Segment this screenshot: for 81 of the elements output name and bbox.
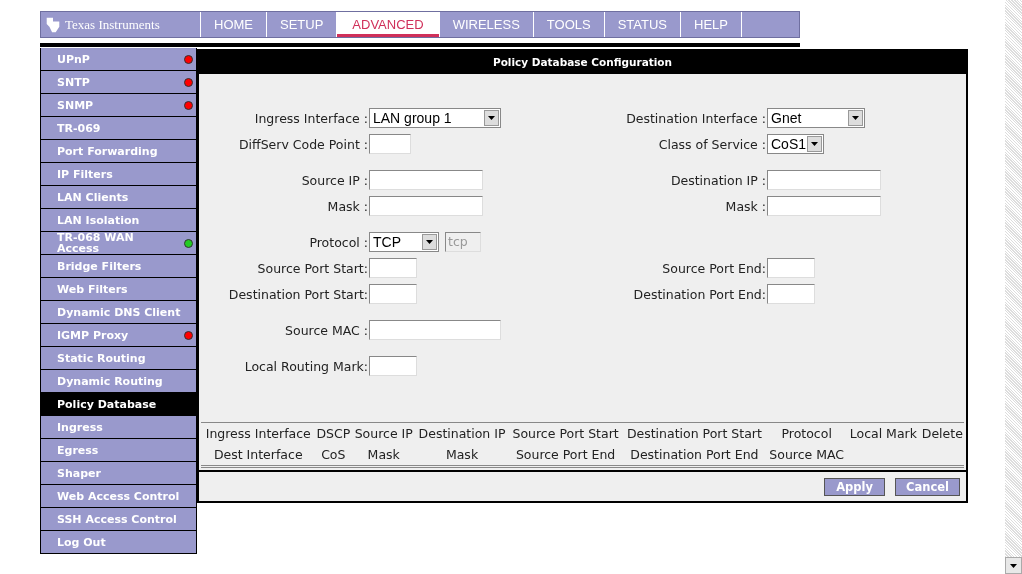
input-field[interactable] <box>369 319 501 340</box>
sidebar-item[interactable]: Dynamic DNS Client <box>41 301 196 324</box>
dropdown[interactable]: Gnet <box>767 107 865 128</box>
sidebar-item[interactable]: IGMP Proxy <box>41 324 196 347</box>
field-label: Mask : <box>725 199 766 214</box>
sidebar-item[interactable]: TR-069 <box>41 117 196 140</box>
company-logo-text: Texas Instruments <box>65 16 160 33</box>
field-label: Source Port End: <box>662 261 766 276</box>
sidebar-item[interactable]: SNMP <box>41 94 196 117</box>
input-field[interactable] <box>767 257 815 278</box>
column-header: CoS <box>321 447 346 462</box>
sidebar-item[interactable]: Shaper <box>41 462 196 485</box>
dropdown[interactable]: LAN group 1 <box>369 107 501 128</box>
scrollbar[interactable] <box>1005 0 1022 574</box>
sidebar-item[interactable]: Static Routing <box>41 347 196 370</box>
sidebar-item[interactable]: LAN Isolation <box>41 209 196 232</box>
field-label: Destination IP : <box>670 173 766 188</box>
sidebar-item[interactable]: Bridge Filters <box>41 255 196 278</box>
column-header: Ingress Interface <box>205 426 311 441</box>
panel-title: Policy Database Configuration <box>199 51 966 74</box>
dropdown[interactable]: CoS1 <box>767 133 824 154</box>
sidebar-item[interactable]: Port Forwarding <box>41 140 196 163</box>
field-label: Ingress Interface : <box>254 111 368 126</box>
sidebar-item[interactable]: Log Out <box>41 531 196 554</box>
column-header: Source Port Start <box>512 426 619 441</box>
input-field[interactable] <box>369 283 417 304</box>
dropdown[interactable]: TCP <box>369 231 439 252</box>
field-label: Destination Port Start: <box>228 287 368 302</box>
sidebar-item[interactable]: Policy Database <box>41 393 196 416</box>
field-label: Source Port Start: <box>257 261 368 276</box>
sidebar-item[interactable]: LAN Clients <box>41 186 196 209</box>
field-label: Destination Interface : <box>626 111 766 126</box>
sidebar-item[interactable]: TR-068 WAN Access <box>41 232 196 255</box>
column-header: DSCP <box>316 426 351 441</box>
nav-tab[interactable]: HOME <box>201 12 267 37</box>
input-field[interactable] <box>369 169 483 190</box>
column-header: Mask <box>445 447 479 462</box>
apply-button[interactable]: Apply <box>824 477 886 496</box>
state-logo-icon <box>44 15 62 34</box>
input-field[interactable] <box>767 195 881 216</box>
column-header: Source MAC <box>769 447 845 462</box>
field-label: Class of Service : <box>658 137 766 152</box>
column-header: Source IP <box>354 426 413 441</box>
nav-tab[interactable]: WIRELESS <box>439 12 534 37</box>
nav-tab[interactable]: TOOLS <box>533 12 605 37</box>
field-label: Mask : <box>327 199 368 214</box>
column-header: Local Mark <box>849 426 917 441</box>
input-field[interactable] <box>369 355 417 376</box>
sidebar-item[interactable]: UPnP <box>41 48 196 71</box>
column-header: Source Port End <box>515 447 616 462</box>
sidebar-item[interactable]: Dynamic Routing <box>41 370 196 393</box>
sidebar-item[interactable]: IP Filters <box>41 163 196 186</box>
field-label: Local Routing Mark: <box>244 359 368 374</box>
field-label: Source IP : <box>301 173 368 188</box>
sidebar-item[interactable]: SSH Access Control <box>41 508 196 531</box>
sidebar-item[interactable]: Web Access Control <box>41 485 196 508</box>
field-label: DiffServ Code Point : <box>238 137 368 152</box>
nav-tab[interactable]: HELP <box>681 12 742 37</box>
column-header: Destination Port End <box>630 447 759 462</box>
column-header: Protocol <box>781 426 832 441</box>
column-header: Destination IP <box>418 426 506 441</box>
cancel-button[interactable]: Cancel <box>895 477 960 496</box>
sidebar-item[interactable]: Ingress <box>41 416 196 439</box>
field-label: Source MAC : <box>285 323 368 338</box>
sidebar-item[interactable]: Egress <box>41 439 196 462</box>
column-header: Mask <box>367 447 400 462</box>
field-label: Destination Port End: <box>633 287 766 302</box>
column-header: Destination Port Start <box>626 426 762 441</box>
input-field[interactable] <box>767 169 881 190</box>
input-field[interactable] <box>369 257 417 278</box>
input-field[interactable] <box>369 133 411 154</box>
field-label: Protocol : <box>309 235 368 250</box>
sidebar-item[interactable]: SNTP <box>41 71 196 94</box>
column-header: Dest Interface <box>213 447 303 462</box>
input-field[interactable] <box>767 283 815 304</box>
nav-tab[interactable]: STATUS <box>604 12 681 37</box>
sidebar-item[interactable]: Web Filters <box>41 278 196 301</box>
scroll-down-icon[interactable] <box>1005 557 1022 574</box>
input-field[interactable] <box>369 195 483 216</box>
column-header: Delete <box>921 426 963 441</box>
nav-tab[interactable]: ADVANCED <box>337 12 440 37</box>
